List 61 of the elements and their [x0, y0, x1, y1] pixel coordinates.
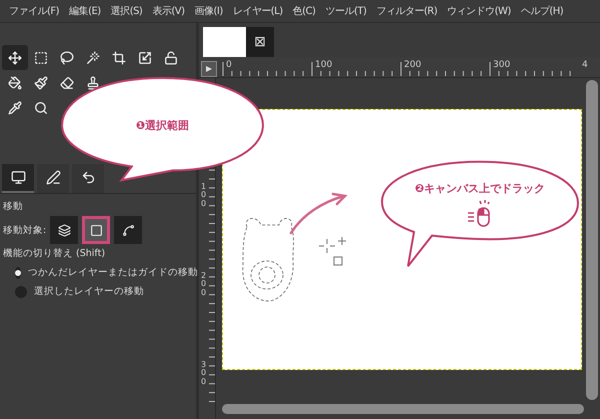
- brush-icon: [34, 76, 48, 90]
- move-target-button[interactable]: [50, 216, 78, 244]
- paint-bucket-icon: [8, 76, 22, 90]
- menu-item[interactable]: 編集(E): [64, 4, 106, 18]
- move-target-label: 移動対象:: [3, 224, 46, 236]
- menu-item[interactable]: 選択(S): [106, 4, 148, 18]
- radio-label[interactable]: 選択したレイヤーの移動: [34, 285, 144, 298]
- ruler-label: 100: [201, 183, 208, 208]
- callout-text: ❶選択範囲: [136, 118, 190, 132]
- toggle-label: 機能の切り替え (Shift): [3, 247, 106, 260]
- menu-item[interactable]: ウィンドウ(W): [442, 4, 516, 18]
- navigate-button[interactable]: [201, 61, 217, 77]
- image-thumbnail[interactable]: [203, 27, 246, 57]
- crop-icon: [112, 50, 126, 64]
- path-icon: [122, 224, 135, 236]
- ruler-label: 100: [315, 61, 332, 70]
- menu-item[interactable]: 表示(V): [147, 4, 190, 18]
- lock-icon: [164, 50, 178, 64]
- undo-icon: [80, 170, 96, 185]
- radio-label[interactable]: つかんだレイヤーまたはガイドの移動: [28, 266, 198, 279]
- radio-button[interactable]: [15, 266, 21, 278]
- menu-item[interactable]: 画像(I): [190, 4, 228, 18]
- ruler-label: 200: [201, 272, 208, 298]
- menu-item[interactable]: レイヤー(L): [228, 4, 288, 18]
- zoom-icon: [34, 100, 48, 114]
- stamp-icon: [86, 76, 100, 90]
- wand-icon: [86, 50, 100, 64]
- pipette-icon: [8, 100, 22, 114]
- tool-button[interactable]: [2, 45, 28, 70]
- eraser-icon: [60, 76, 74, 90]
- square-icon: [90, 224, 103, 236]
- tool-options-title: 移動: [3, 200, 24, 213]
- vertical-scrollbar[interactable]: [586, 80, 598, 400]
- move-target-button[interactable]: [82, 216, 110, 244]
- menu-item[interactable]: 色(C): [288, 4, 320, 18]
- ruler-label: 0: [226, 61, 232, 70]
- ruler-label: 4: [582, 61, 588, 70]
- dock-tab[interactable]: [37, 164, 69, 193]
- ruler-label: 300: [493, 61, 510, 70]
- scale-icon: [138, 50, 152, 64]
- ruler-label: 300: [201, 361, 208, 386]
- move-target-button[interactable]: [114, 216, 142, 244]
- horizontal-scrollbar[interactable]: [222, 404, 584, 414]
- move-icon: [8, 50, 22, 64]
- close-button[interactable]: ⊠: [246, 27, 274, 57]
- menu-item[interactable]: ツール(T): [320, 4, 372, 18]
- pen-icon: [46, 170, 60, 185]
- easel-icon: [10, 170, 26, 185]
- lasso-icon: [60, 50, 74, 64]
- menu-item[interactable]: フィルター(R): [371, 4, 442, 18]
- arrow-drawing: [288, 192, 348, 236]
- layers-icon: [58, 224, 71, 236]
- dock-tab[interactable]: [72, 164, 104, 193]
- play-icon: [205, 65, 213, 73]
- ruler-label: 200: [404, 61, 422, 70]
- menu-item[interactable]: ファイル(F): [4, 4, 64, 18]
- radio-button[interactable]: [15, 286, 27, 298]
- callout-text: ❷キャンバス上でドラック: [414, 180, 546, 196]
- dock-tab[interactable]: [2, 164, 34, 193]
- dashed-rectangle-icon: [34, 50, 48, 64]
- menu-item[interactable]: ヘルプ(H): [516, 4, 568, 18]
